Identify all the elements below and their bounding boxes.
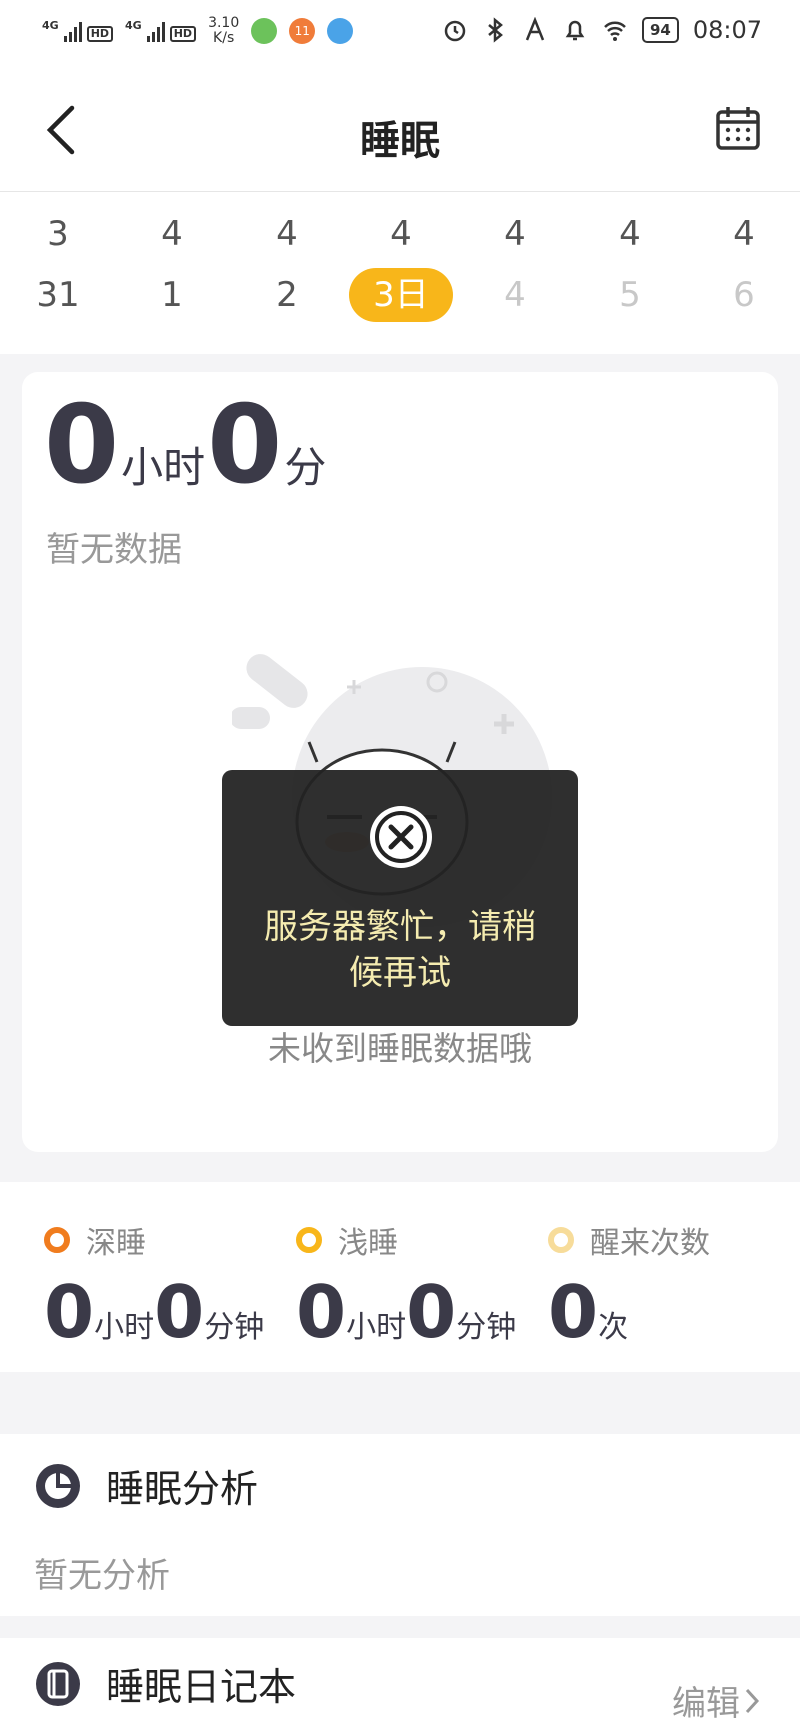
minutes-unit: 分钟 bbox=[456, 1310, 517, 1345]
battery-level: 94 bbox=[641, 17, 679, 43]
hours-unit: 小时 bbox=[346, 1310, 407, 1345]
date-month: 4 bbox=[733, 214, 755, 254]
nav-bar: 睡眠 bbox=[0, 68, 800, 192]
no-data-label: 暂无数据 bbox=[46, 530, 182, 570]
sleep-diary-section: 睡眠日记本 编辑 bbox=[0, 1638, 800, 1733]
date-month: 4 bbox=[276, 214, 298, 254]
page-title: 睡眠 bbox=[360, 118, 440, 164]
deep-sleep-minutes: 0 bbox=[154, 1270, 205, 1354]
sleep-stats: 深睡 0 小时 0 分钟 浅睡 0 小时 0 分钟 醒来次数 0 次 bbox=[0, 1182, 800, 1372]
date-month: 4 bbox=[504, 214, 526, 254]
light-sleep-dot-icon bbox=[296, 1227, 322, 1253]
count-unit: 次 bbox=[598, 1310, 629, 1345]
date-day: 2 bbox=[276, 275, 298, 315]
hours-unit: 小时 bbox=[121, 443, 206, 492]
light-sleep-hours: 0 bbox=[296, 1270, 347, 1354]
wake-count-label: 醒来次数 bbox=[590, 1226, 710, 1261]
alarm-icon bbox=[444, 20, 466, 42]
light-sleep-minutes: 0 bbox=[406, 1270, 457, 1354]
date-month: 3 bbox=[47, 214, 69, 254]
deep-sleep-hours: 0 bbox=[44, 1270, 95, 1354]
wifi-icon bbox=[604, 21, 626, 41]
date-selector: 3 31 4 1 4 2 4 3日 4 4 4 5 4 6 bbox=[0, 192, 800, 354]
minutes-unit: 分 bbox=[284, 443, 327, 492]
date-item[interactable]: 4 1 bbox=[117, 212, 227, 322]
date-month: 4 bbox=[161, 214, 183, 254]
sleep-summary-card: 0 小时 0 分 暂无数据 未收到睡眠数据哦 bbox=[22, 372, 778, 1152]
date-month: 4 bbox=[390, 214, 412, 254]
edit-button[interactable]: 编辑 bbox=[672, 1676, 760, 1725]
calendar-icon[interactable] bbox=[714, 104, 762, 152]
date-item-selected[interactable]: 4 3日 bbox=[346, 212, 456, 322]
total-hours: 0 bbox=[44, 383, 120, 508]
date-item[interactable]: 4 5 bbox=[575, 212, 685, 322]
notification-badge-icon: 11 bbox=[289, 18, 316, 44]
toast-message: 服务器繁忙，请稍候再试 bbox=[264, 907, 536, 993]
date-item[interactable]: 4 6 bbox=[689, 212, 799, 322]
bluetooth-icon bbox=[488, 17, 503, 43]
date-month: 4 bbox=[619, 214, 641, 254]
edit-label: 编辑 bbox=[672, 1684, 740, 1724]
date-item[interactable]: 4 2 bbox=[232, 212, 342, 322]
status-right: 94 08:07 bbox=[442, 16, 762, 44]
sleep-analysis-section[interactable]: 睡眠分析 暂无分析 bbox=[0, 1434, 800, 1616]
network-speed: 3.10 K/s bbox=[208, 15, 240, 46]
nfc-icon bbox=[525, 17, 545, 41]
deep-sleep-label: 深睡 bbox=[86, 1226, 146, 1261]
signal-icon-2: 4G HD bbox=[125, 20, 197, 42]
wake-dot-icon bbox=[548, 1227, 574, 1253]
minutes-unit: 分钟 bbox=[204, 1310, 265, 1345]
chevron-right-icon bbox=[745, 1688, 760, 1713]
light-sleep-stat: 浅睡 0 小时 0 分钟 bbox=[296, 1218, 516, 1348]
date-day: 5 bbox=[619, 275, 641, 315]
signal-icon: 4G HD bbox=[42, 20, 114, 42]
wechat-icon bbox=[251, 18, 278, 44]
date-item[interactable]: 4 4 bbox=[460, 212, 570, 322]
status-left: 4G HD 4G HD 3.10 K/s 11 bbox=[42, 15, 354, 46]
app-icon bbox=[327, 18, 354, 44]
close-circle-icon bbox=[370, 806, 432, 868]
error-toast: 服务器繁忙，请稍候再试 bbox=[222, 770, 578, 1026]
section-title: 睡眠分析 bbox=[106, 1467, 259, 1511]
empty-state-text: 未收到睡眠数据哦 bbox=[268, 1029, 532, 1068]
deep-sleep-dot-icon bbox=[44, 1227, 70, 1253]
total-minutes: 0 bbox=[207, 383, 283, 508]
date-day: 31 bbox=[36, 275, 80, 315]
hours-unit: 小时 bbox=[94, 1310, 155, 1345]
notebook-icon bbox=[36, 1661, 80, 1706]
date-day: 6 bbox=[733, 275, 755, 315]
date-day: 1 bbox=[161, 275, 183, 315]
section-title: 睡眠日记本 bbox=[106, 1665, 297, 1709]
wake-count-stat: 醒来次数 0 次 bbox=[548, 1218, 710, 1348]
date-day-selected: 3日 bbox=[349, 268, 453, 322]
light-sleep-label: 浅睡 bbox=[338, 1226, 398, 1261]
status-bar: 4G HD 4G HD 3.10 K/s 11 94 08:07 bbox=[0, 0, 800, 68]
wake-count-value: 0 bbox=[548, 1270, 599, 1354]
pie-chart-icon bbox=[36, 1463, 80, 1508]
date-item[interactable]: 3 31 bbox=[3, 212, 113, 322]
total-sleep-duration: 0 小时 0 分 bbox=[44, 392, 328, 500]
analysis-empty-text: 暂无分析 bbox=[34, 1556, 170, 1596]
bell-icon bbox=[565, 20, 585, 41]
deep-sleep-stat: 深睡 0 小时 0 分钟 bbox=[44, 1218, 264, 1348]
date-day: 4 bbox=[504, 275, 526, 315]
clock: 08:07 bbox=[692, 16, 762, 44]
